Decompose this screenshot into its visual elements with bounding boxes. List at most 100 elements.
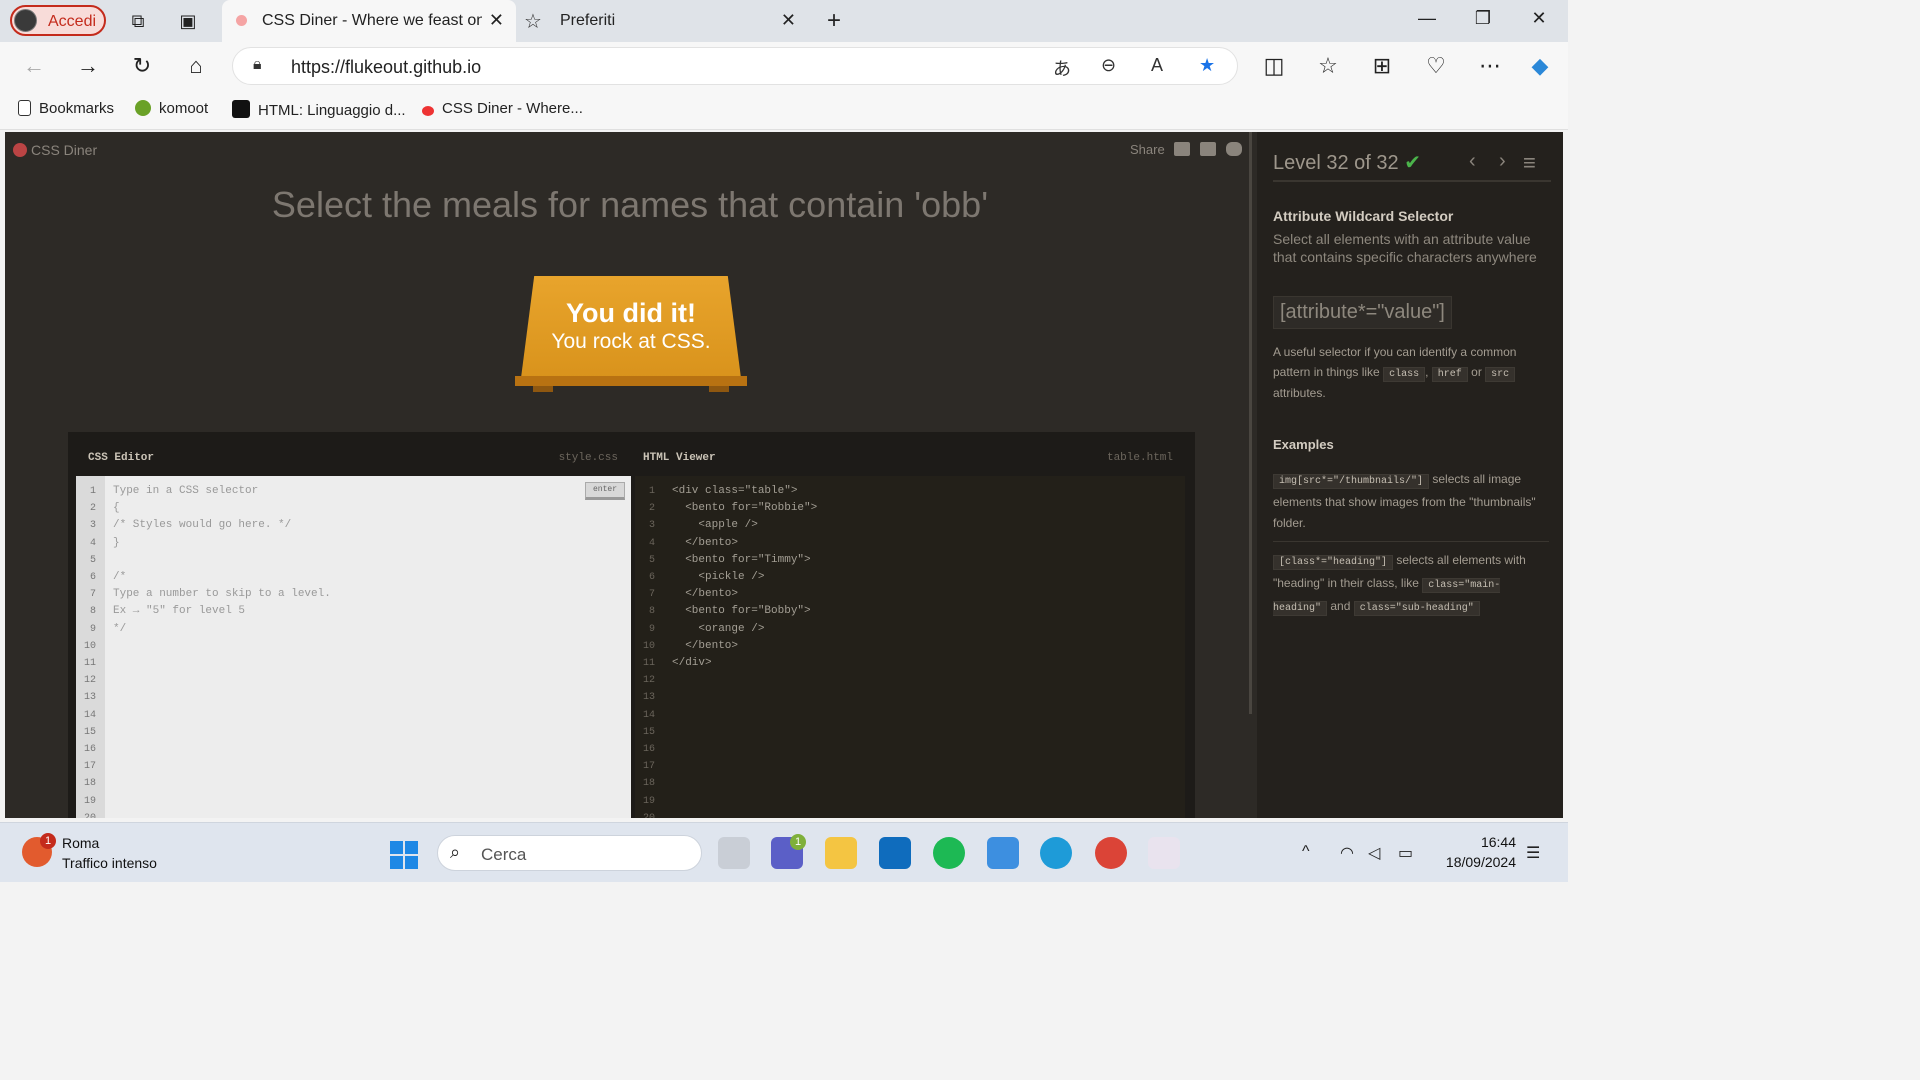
examples-heading: Examples: [1273, 437, 1334, 452]
home-icon[interactable]: ⌂: [182, 52, 210, 80]
level-instruction: Select the meals for names that contain …: [271, 184, 989, 225]
example-code: [class*="heading"]: [1273, 555, 1394, 570]
close-tab-icon[interactable]: ✕: [489, 10, 504, 31]
translate-icon[interactable]: あ: [1053, 55, 1071, 81]
html-markup[interactable]: <div class="table"> <bento for="Robbie">…: [672, 483, 817, 672]
previous-level-icon[interactable]: ‹: [1469, 150, 1476, 173]
bookmark-mdn[interactable]: HTML: Linguaggio d...: [232, 100, 406, 119]
level-label: Level 32 of 32: [1273, 152, 1399, 174]
example-and: and: [1330, 599, 1351, 613]
address-bar[interactable]: 🔒︎ https://flukeout.github.io あ ⊖ A ★: [232, 47, 1238, 85]
page-scrollbar[interactable]: [1249, 132, 1252, 714]
close-tab-icon[interactable]: ✕: [781, 10, 796, 31]
selector-hint: A useful selector if you can identify a …: [1273, 343, 1548, 404]
wifi-icon[interactable]: ◠: [1340, 843, 1354, 863]
css-input[interactable]: Type in a CSS selector { /* Styles would…: [113, 483, 331, 638]
tab-favorites[interactable]: ☆ Preferiti ✕: [520, 0, 806, 42]
example-code: img[src*="/thumbnails/"]: [1273, 474, 1430, 489]
profile-button[interactable]: Accedi: [10, 5, 106, 36]
profile-label: Accedi: [48, 13, 97, 30]
bookmark-css-diner[interactable]: CSS Diner - Where...: [422, 100, 583, 117]
css-filename: style.css: [558, 452, 618, 464]
read-aloud-icon[interactable]: A: [1151, 55, 1163, 76]
restore-icon[interactable]: ❐: [1468, 8, 1498, 29]
refresh-icon[interactable]: ↻: [128, 52, 156, 80]
html-viewer-header: HTML Viewer table.html: [643, 444, 1173, 474]
file-explorer-icon[interactable]: [825, 837, 857, 869]
outlook-icon[interactable]: [879, 837, 911, 869]
html-filename: table.html: [1106, 452, 1173, 464]
tab-title: CSS Diner - Where we feast on CSS: [262, 12, 482, 29]
collections-icon[interactable]: ⊞: [1368, 52, 1396, 80]
share-bar: Share: [1130, 142, 1242, 157]
browser-essentials-icon[interactable]: ♡: [1422, 52, 1450, 80]
clock-date[interactable]: 18/09/2024: [1426, 854, 1516, 870]
new-tab-icon[interactable]: +: [822, 9, 846, 33]
spotify-icon[interactable]: [933, 837, 965, 869]
more-icon[interactable]: ⋯: [1476, 52, 1504, 80]
share-label: Share: [1130, 142, 1165, 157]
search-icon: ⌕: [450, 842, 461, 862]
enter-button[interactable]: enter: [585, 482, 625, 500]
bookmark-komoot[interactable]: komoot: [135, 100, 208, 117]
hint-text-end: attributes.: [1273, 386, 1326, 400]
notifications-icon[interactable]: ☰: [1526, 843, 1540, 863]
tab-css-diner[interactable]: CSS Diner - Where we feast on CSS ✕: [222, 0, 516, 42]
level-progress: [1273, 180, 1551, 182]
bookmark-label: CSS Diner - Where...: [442, 100, 583, 117]
completed-check-icon: ✔: [1404, 152, 1421, 174]
favorite-star-icon[interactable]: ★: [1199, 55, 1215, 76]
email-share-icon[interactable]: [1174, 142, 1191, 156]
twitter-share-icon[interactable]: [1225, 142, 1242, 156]
html-viewer: 1 2 3 4 5 6 7 8 9 10 11 12 13 14 15 16 1…: [635, 476, 1185, 818]
bookmark-label: Bookmarks: [39, 100, 115, 117]
battery-icon[interactable]: ▭: [1398, 843, 1413, 863]
minimize-icon[interactable]: —: [1412, 8, 1442, 29]
workspaces-icon[interactable]: ⧉: [126, 9, 150, 33]
completed-table: You did it! You rock at CSS.: [515, 276, 747, 392]
selector-description: Select all elements with an attribute va…: [1273, 231, 1537, 265]
split-screen-icon[interactable]: ◫: [1260, 52, 1288, 80]
close-window-icon[interactable]: ✕: [1524, 8, 1554, 29]
slack-icon[interactable]: [1148, 837, 1180, 869]
tab-actions-icon[interactable]: ▣: [176, 9, 200, 33]
bookmark-bookmarks[interactable]: Bookmarks: [18, 100, 114, 117]
favorites-star-icon: ☆: [524, 11, 542, 33]
next-level-icon[interactable]: ›: [1499, 150, 1506, 173]
table-edge: [515, 376, 747, 386]
level-menu-icon[interactable]: ≡: [1523, 150, 1536, 176]
taskbar-search[interactable]: ⌕ Cerca: [437, 835, 702, 871]
search-placeholder: Cerca: [481, 845, 527, 864]
hint-tag-class: class: [1383, 366, 1426, 382]
clock-time[interactable]: 16:44: [1446, 834, 1516, 850]
lock-icon[interactable]: 🔒︎: [253, 56, 262, 74]
teams-badge: 1: [790, 834, 806, 850]
photos-icon[interactable]: [987, 837, 1019, 869]
volume-icon[interactable]: ◁: [1368, 843, 1380, 863]
css-diner-page: CSS Diner Share Select the meals for nam…: [5, 132, 1563, 818]
favorites-icon[interactable]: ☆: [1314, 52, 1342, 80]
css-editor[interactable]: 1 2 3 4 5 6 7 8 9 10 11 12 13 14 15 16 1…: [76, 476, 631, 818]
tab-title: Preferiti: [560, 12, 616, 29]
zoom-out-icon[interactable]: ⊖: [1101, 55, 1116, 76]
example-2: [class*="heading"] selects all elements …: [1273, 550, 1548, 619]
weather-badge: 1: [40, 833, 56, 849]
example-1: img[src*="/thumbnails/"] selects all ima…: [1273, 469, 1548, 534]
copilot-icon[interactable]: ◆: [1526, 52, 1554, 80]
win-subtitle: You rock at CSS.: [551, 330, 711, 353]
level-indicator[interactable]: Level 32 of 32 ✔: [1273, 150, 1421, 175]
tray-overflow-icon[interactable]: ^: [1302, 843, 1310, 861]
hint-separator: ,: [1425, 364, 1429, 379]
url-text[interactable]: https://flukeout.github.io: [291, 57, 481, 78]
facebook-share-icon[interactable]: [1199, 142, 1216, 156]
edge-icon[interactable]: [1040, 837, 1072, 869]
back-icon[interactable]: ←: [20, 52, 48, 80]
html-line-numbers: 1 2 3 4 5 6 7 8 9 10 11 12 13 14 15 16 1…: [635, 476, 664, 818]
task-view-icon[interactable]: [718, 837, 750, 869]
chrome-icon[interactable]: [1095, 837, 1127, 869]
taskbar: 1 Roma Traffico intenso ⌕ Cerca 1 ^ ◠ ◁ …: [0, 822, 1568, 882]
hint-or: or: [1471, 364, 1482, 379]
windows-start-icon[interactable]: [390, 841, 418, 869]
forward-icon[interactable]: →: [74, 52, 102, 80]
site-logo[interactable]: CSS Diner: [13, 142, 97, 158]
